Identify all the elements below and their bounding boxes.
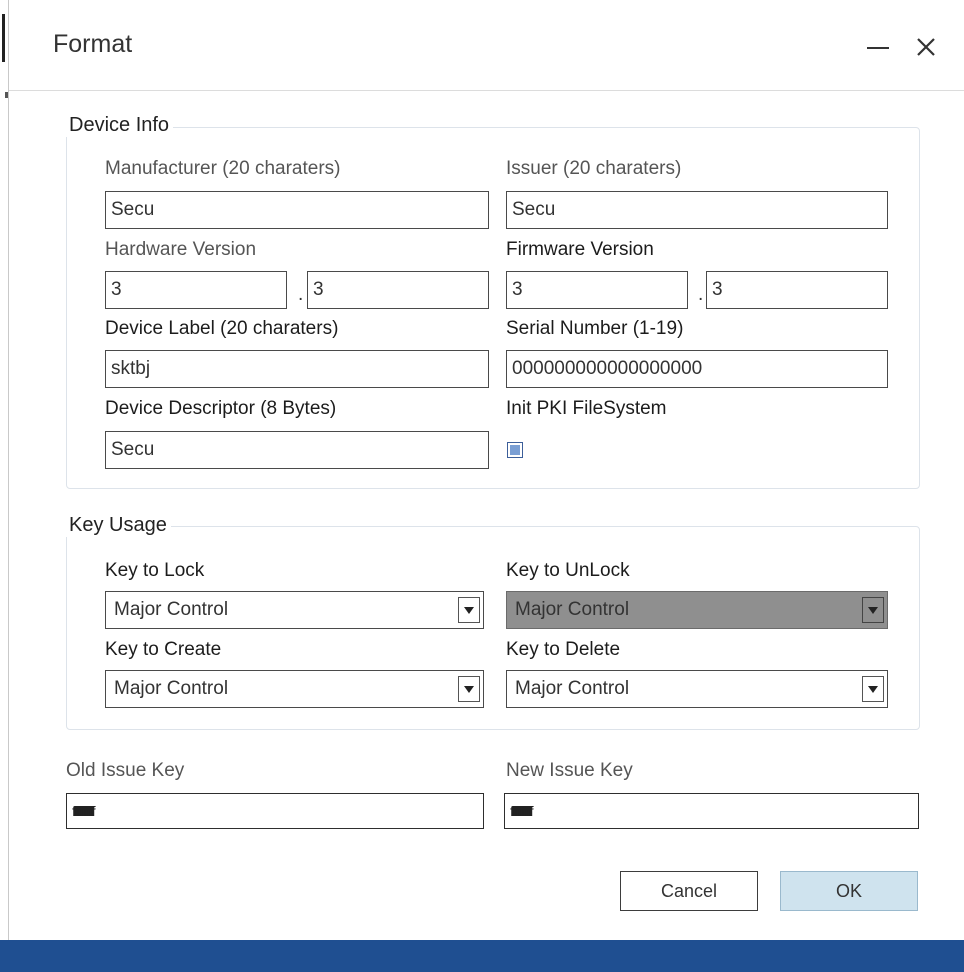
serial-number-label: Serial Number (1-19) (506, 318, 684, 339)
new-issue-key-label: New Issue Key (506, 760, 633, 781)
device-label-field[interactable]: sktbj (105, 350, 489, 388)
firmware-version-major-field[interactable]: 3 (506, 271, 688, 309)
firmware-version-minor-field[interactable]: 3 (706, 271, 888, 309)
key-to-lock-dropdown[interactable]: Major Control (105, 591, 484, 629)
cancel-button[interactable]: Cancel (620, 871, 758, 911)
format-dialog: Format Device Info Manufacturer (20 char… (9, 0, 964, 972)
chevron-down-icon[interactable] (862, 676, 884, 702)
old-issue-key-label: Old Issue Key (66, 760, 185, 781)
device-info-title: Device Info (65, 114, 174, 137)
taskbar-strip (0, 940, 964, 972)
hardware-version-label: Hardware Version (105, 239, 257, 260)
dialog-title: Format (53, 30, 133, 58)
chevron-down-icon[interactable] (458, 597, 480, 623)
key-to-unlock-dropdown: Major Control (506, 591, 888, 629)
hardware-version-major-field[interactable]: 3 (105, 271, 287, 309)
minimize-icon[interactable] (867, 47, 889, 49)
issuer-field[interactable]: Secu (506, 191, 888, 229)
key-to-lock-value: Major Control (114, 599, 229, 620)
key-to-unlock-value: Major Control (515, 599, 630, 620)
manufacturer-label: Manufacturer (20 charaters) (105, 158, 341, 179)
title-bar: Format (9, 0, 964, 91)
issuer-label: Issuer (20 charaters) (506, 158, 682, 179)
old-issue-key-field[interactable]: ffffffffffffffffffffffffffffffff (66, 793, 484, 829)
firmware-version-separator: . (698, 284, 704, 305)
key-to-unlock-label: Key to UnLock (506, 560, 630, 581)
key-to-create-value: Major Control (114, 678, 229, 699)
key-to-create-label: Key to Create (105, 639, 222, 660)
key-usage-title: Key Usage (65, 514, 171, 537)
key-to-delete-value: Major Control (515, 678, 630, 699)
ok-button[interactable]: OK (780, 871, 918, 911)
hardware-version-minor-field[interactable]: 3 (307, 271, 489, 309)
chevron-down-icon[interactable] (458, 676, 480, 702)
device-descriptor-field[interactable]: Secu (105, 431, 489, 469)
firmware-version-label: Firmware Version (506, 239, 654, 260)
device-label-label: Device Label (20 charaters) (105, 318, 339, 339)
close-icon[interactable] (913, 34, 939, 60)
serial-number-field[interactable]: 000000000000000000 (506, 350, 888, 388)
init-pki-checkbox[interactable] (507, 442, 523, 458)
manufacturer-field[interactable]: Secu (105, 191, 489, 229)
key-to-create-dropdown[interactable]: Major Control (105, 670, 484, 708)
background-window-mark (2, 14, 5, 62)
chevron-down-icon (862, 597, 884, 623)
key-to-lock-label: Key to Lock (105, 560, 205, 581)
key-to-delete-dropdown[interactable]: Major Control (506, 670, 888, 708)
device-descriptor-label: Device Descriptor (8 Bytes) (105, 398, 337, 419)
new-issue-key-field[interactable]: ffffffffffffffffffffffffffffffff (504, 793, 919, 829)
hardware-version-separator: . (298, 284, 304, 305)
key-to-delete-label: Key to Delete (506, 639, 621, 660)
background-window-edge (0, 0, 9, 972)
init-pki-label: Init PKI FileSystem (506, 398, 667, 419)
checkbox-checked-mark (510, 445, 520, 455)
